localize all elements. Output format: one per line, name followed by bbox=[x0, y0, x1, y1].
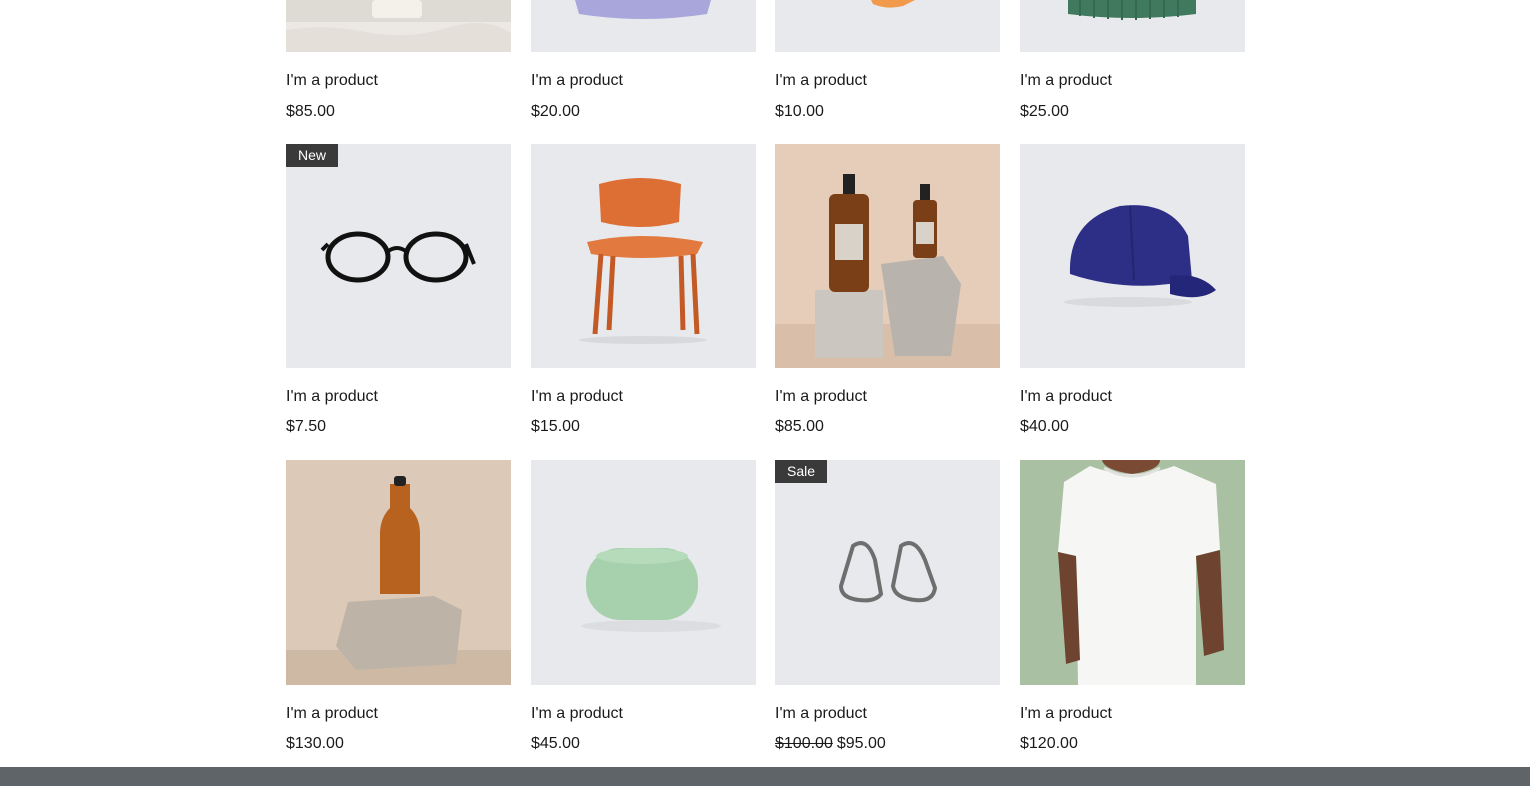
sale-ribbon-badge: Sale bbox=[775, 460, 828, 483]
product-card[interactable]: I'm a product $45.00 bbox=[531, 460, 756, 760]
product-title[interactable]: I'm a product bbox=[775, 704, 867, 724]
blue-cap-image[interactable] bbox=[1020, 144, 1245, 368]
eyeglasses-image[interactable] bbox=[286, 144, 511, 368]
white-tshirt-image[interactable] bbox=[1020, 460, 1245, 685]
product-title[interactable]: I'm a product bbox=[286, 71, 378, 91]
product-price: $85.00 bbox=[775, 418, 824, 435]
product-price: $7.50 bbox=[286, 418, 327, 435]
wooden-chair-image[interactable] bbox=[531, 144, 756, 368]
sale-price: $95.00 bbox=[836, 735, 886, 752]
product-price: $85.00 bbox=[286, 103, 335, 120]
product-title[interactable]: I'm a product bbox=[1020, 387, 1112, 407]
product-card[interactable]: I'm a product $25.00 bbox=[1020, 0, 1245, 130]
green-soap-bar-image[interactable] bbox=[531, 460, 756, 685]
product-price: $15.00 bbox=[531, 418, 580, 435]
product-card[interactable]: I'm a product $20.00 bbox=[531, 0, 756, 130]
product-price: $45.00 bbox=[531, 735, 580, 752]
silver-earrings-image[interactable] bbox=[775, 460, 1000, 685]
product-price: $10.00 bbox=[775, 103, 824, 120]
product-title[interactable]: I'm a product bbox=[1020, 704, 1112, 724]
product-title[interactable]: I'm a product bbox=[286, 387, 378, 407]
product-title[interactable]: I'm a product bbox=[531, 71, 623, 91]
candle-on-stone-image[interactable] bbox=[286, 0, 511, 52]
product-price: $120.00 bbox=[1020, 735, 1078, 752]
orange-item-image[interactable] bbox=[775, 0, 1000, 52]
product-price: $100.00 $95.00 bbox=[775, 734, 886, 754]
product-price: $20.00 bbox=[531, 103, 580, 120]
product-price: $25.00 bbox=[1020, 103, 1069, 120]
product-price: $40.00 bbox=[1020, 418, 1069, 435]
product-card[interactable]: I'm a product $10.00 bbox=[775, 0, 1000, 130]
page-footer bbox=[0, 767, 1530, 786]
product-title[interactable]: I'm a product bbox=[775, 71, 867, 91]
new-ribbon-badge: New bbox=[286, 144, 339, 167]
green-beanie-image[interactable] bbox=[1020, 0, 1245, 52]
product-card[interactable]: I'm a product $130.00 bbox=[286, 460, 511, 760]
original-price: $100.00 bbox=[775, 735, 833, 752]
product-card[interactable]: Sale I'm a product $100.00 $95.00 bbox=[775, 460, 1000, 760]
product-card[interactable]: I'm a product $15.00 bbox=[531, 144, 756, 444]
copper-water-bottle-image[interactable] bbox=[286, 460, 511, 685]
product-title[interactable]: I'm a product bbox=[775, 387, 867, 407]
product-card[interactable]: I'm a product $85.00 bbox=[775, 144, 1000, 444]
product-title[interactable]: I'm a product bbox=[531, 387, 623, 407]
product-card[interactable]: I'm a product $85.00 bbox=[286, 0, 511, 130]
lavender-item-image[interactable] bbox=[531, 0, 756, 52]
product-card[interactable]: I'm a product $40.00 bbox=[1020, 144, 1245, 444]
amber-bottles-image[interactable] bbox=[775, 144, 1000, 368]
product-price: $130.00 bbox=[286, 735, 344, 752]
product-card[interactable]: I'm a product $120.00 bbox=[1020, 460, 1245, 760]
product-card[interactable]: New I'm a product $7.50 bbox=[286, 144, 511, 444]
product-title[interactable]: I'm a product bbox=[531, 704, 623, 724]
product-title[interactable]: I'm a product bbox=[1020, 71, 1112, 91]
product-title[interactable]: I'm a product bbox=[286, 704, 378, 724]
